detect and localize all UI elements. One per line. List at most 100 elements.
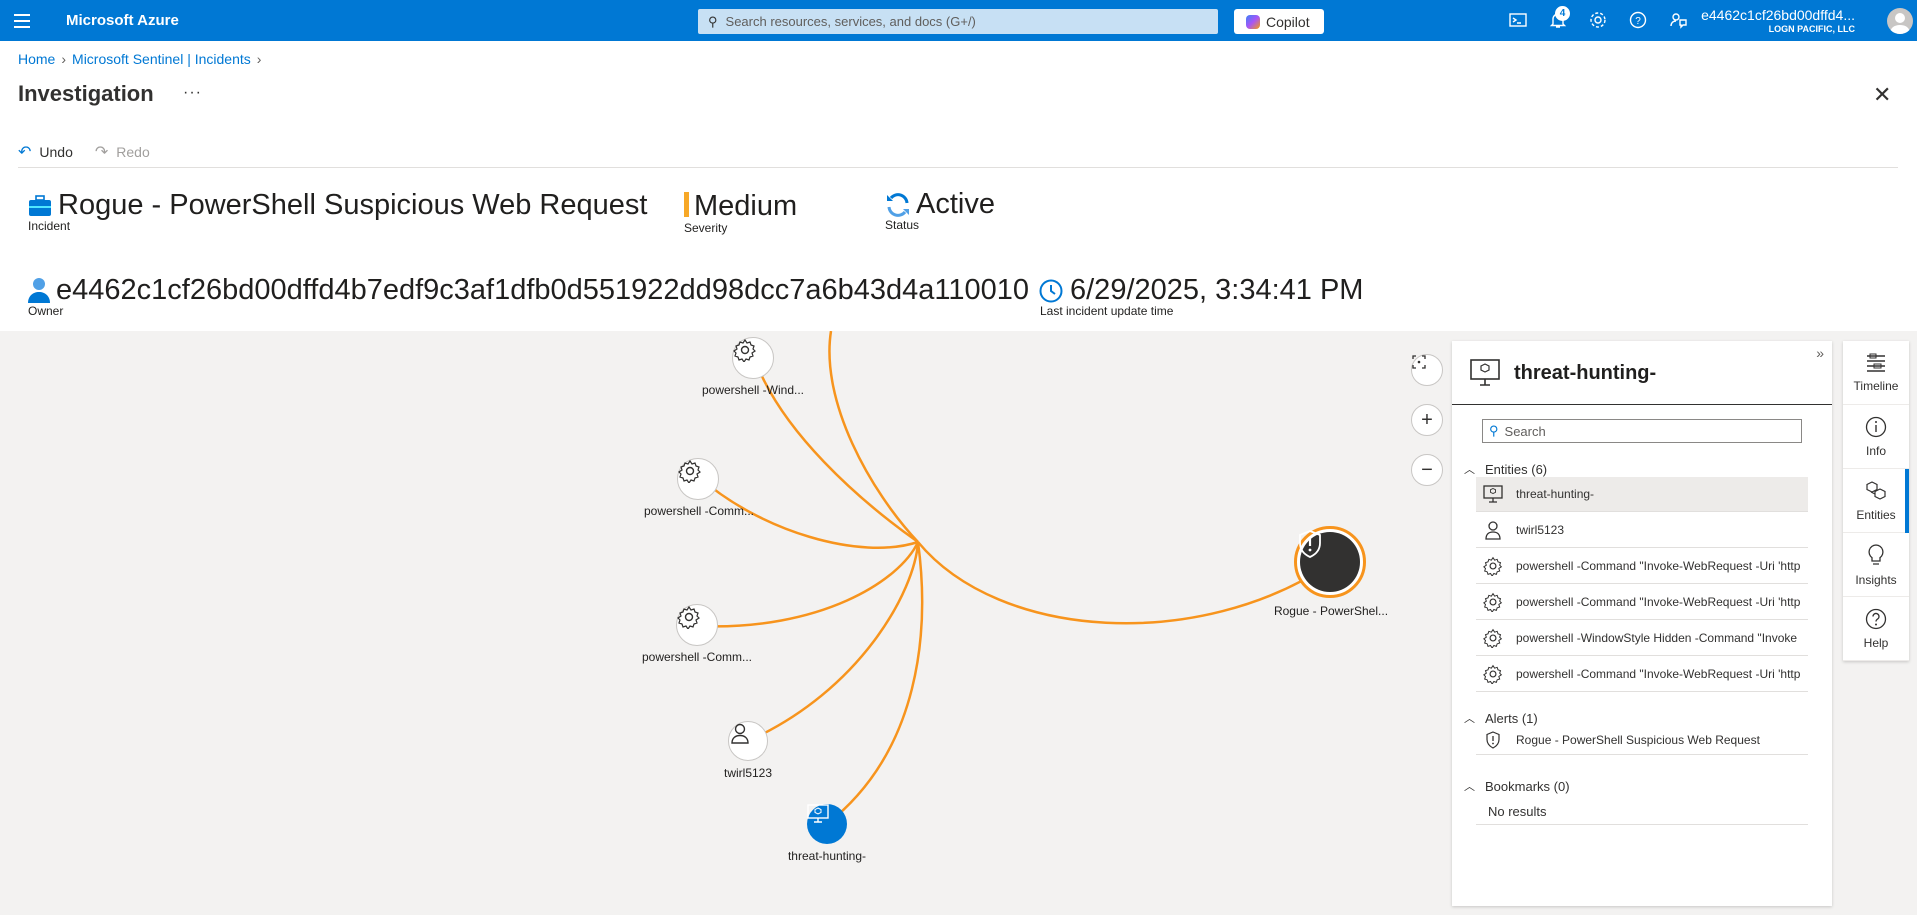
graph-node-user[interactable] <box>728 721 768 761</box>
bookmarks-header-label: Bookmarks (0) <box>1485 778 1570 794</box>
updated-label: Last incident update time <box>1040 304 1174 318</box>
lightbulb-icon <box>1868 543 1884 565</box>
entity-label: threat-hunting- <box>1516 487 1595 501</box>
timeline-icon <box>1867 353 1885 372</box>
chevron-up-icon: ︿ <box>1464 713 1475 725</box>
entities-header-label: Entities (6) <box>1485 461 1548 477</box>
briefcase-icon <box>29 195 51 216</box>
account-name[interactable]: e4462c1cf26bd00dffd4... <box>1701 7 1855 23</box>
brand-title[interactable]: Microsoft Azure <box>66 12 179 29</box>
tab-help-label: Help <box>1863 635 1889 650</box>
redo-button[interactable]: ↷ Redo <box>95 142 150 162</box>
redo-icon: ↷ <box>94 144 109 161</box>
copilot-icon <box>1246 14 1260 29</box>
divider <box>18 167 1898 168</box>
graph-node-process[interactable] <box>676 604 718 646</box>
tab-entities[interactable]: Entities <box>1843 469 1909 533</box>
breadcrumb-home[interactable]: Home <box>18 51 55 67</box>
gear-icon <box>678 459 701 483</box>
graph-node-host[interactable] <box>807 804 847 844</box>
gear-icon <box>677 605 700 629</box>
global-search-input[interactable]: ⚲ Search resources, services, and docs (… <box>698 9 1218 34</box>
graph-node-alert[interactable] <box>1294 526 1366 598</box>
entities-section-header[interactable]: ︿ Entities (6) <box>1464 461 1547 477</box>
plus-icon: + <box>1421 408 1433 431</box>
help-icon <box>1865 608 1887 629</box>
avatar[interactable] <box>1887 8 1913 34</box>
fit-to-screen-button[interactable] <box>1411 354 1443 386</box>
entity-label: powershell -Command "Invoke-WebRequest -… <box>1516 559 1801 573</box>
divider <box>1476 824 1808 825</box>
updated-value: 6/29/2025, 3:34:41 PM <box>1070 274 1364 306</box>
account-org[interactable]: LOGN PACIFIC, LLC <box>1769 24 1855 34</box>
copilot-label: Copilot <box>1266 13 1310 30</box>
computer-icon <box>1482 485 1504 503</box>
undo-icon: ↶ <box>18 144 32 161</box>
svg-text:?: ? <box>1635 16 1641 27</box>
entity-panel: » threat-hunting- ⚲ Search ︿ Entities (6… <box>1452 341 1832 906</box>
breadcrumb-incidents[interactable]: Microsoft Sentinel | Incidents <box>72 51 251 67</box>
gear-icon <box>1482 592 1504 612</box>
graph-node-process[interactable] <box>677 458 719 500</box>
collapse-panel-icon[interactable]: » <box>1816 345 1824 361</box>
graph-edge <box>917 541 1331 625</box>
entity-row[interactable]: twirl5123 <box>1476 513 1808 548</box>
bookmarks-section-header[interactable]: ︿ Bookmarks (0) <box>1464 778 1570 794</box>
search-icon: ⚲ <box>1489 423 1499 438</box>
feedback-icon[interactable] <box>1668 10 1688 30</box>
help-icon[interactable]: ? <box>1628 10 1648 30</box>
right-rail: Timeline Info Entities Insights Help <box>1843 341 1909 661</box>
chevron-right-icon: › <box>256 51 262 67</box>
entity-row[interactable]: threat-hunting- <box>1476 477 1808 512</box>
tab-info-label: Info <box>1865 443 1886 458</box>
notification-badge: 4 <box>1555 6 1570 21</box>
entity-label: powershell -WindowStyle Hidden -Command … <box>1516 631 1798 645</box>
tab-insights[interactable]: Insights <box>1843 533 1909 597</box>
tab-entities-label: Entities <box>1856 507 1896 522</box>
gear-icon <box>1482 556 1504 576</box>
entity-row[interactable]: powershell -Command "Invoke-WebRequest -… <box>1476 585 1808 620</box>
severity-label: Severity <box>684 221 728 235</box>
incident-title: Rogue - PowerShell Suspicious Web Reques… <box>58 189 648 221</box>
computer-icon <box>1470 359 1500 386</box>
graph-edge <box>828 331 919 543</box>
chevron-right-icon: › <box>61 51 67 67</box>
entity-row[interactable]: powershell -Command "Invoke-WebRequest -… <box>1476 657 1808 692</box>
gear-icon <box>1482 628 1504 648</box>
alerts-section-header[interactable]: ︿ Alerts (1) <box>1464 710 1538 726</box>
graph-node-process[interactable] <box>732 337 774 379</box>
search-icon: ⚲ <box>708 13 718 29</box>
search-placeholder: Search resources, services, and docs (G+… <box>725 14 976 29</box>
redo-label: Redo <box>116 144 150 160</box>
more-options-button[interactable]: ··· <box>183 84 202 102</box>
entity-search-input[interactable]: ⚲ Search <box>1482 419 1802 443</box>
menu-icon[interactable] <box>14 14 30 28</box>
entity-row[interactable]: powershell -Command "Invoke-WebRequest -… <box>1476 549 1808 584</box>
status-value: Active <box>916 188 995 220</box>
tab-timeline[interactable]: Timeline <box>1843 341 1909 405</box>
tab-timeline-label: Timeline <box>1853 378 1899 393</box>
owner-value: e4462c1cf26bd00dffd4b7edf9c3af1dfb0d5519… <box>56 274 1029 306</box>
undo-label: Undo <box>39 144 73 160</box>
refresh-icon <box>887 193 909 217</box>
tab-info[interactable]: Info <box>1843 405 1909 469</box>
chevron-up-icon: ︿ <box>1464 781 1475 793</box>
tab-help[interactable]: Help <box>1843 597 1909 661</box>
close-icon[interactable]: ✕ <box>1873 82 1891 108</box>
severity-value: Medium <box>694 190 798 222</box>
shield-alert-icon <box>1299 530 1321 558</box>
alert-label: Rogue - PowerShell Suspicious Web Reques… <box>1516 732 1760 747</box>
entity-label: powershell -Command "Invoke-WebRequest -… <box>1516 595 1801 609</box>
info-icon <box>1865 416 1887 437</box>
minus-icon: − <box>1421 458 1433 481</box>
zoom-out-button[interactable]: − <box>1411 454 1443 486</box>
cloud-shell-icon[interactable] <box>1508 10 1528 30</box>
bookmarks-empty: No results <box>1488 804 1547 819</box>
entity-row[interactable]: powershell -WindowStyle Hidden -Command … <box>1476 621 1808 656</box>
graph-node-label: threat-hunting- <box>787 849 867 863</box>
gear-icon[interactable] <box>1588 10 1608 30</box>
alert-row[interactable]: Rogue - PowerShell Suspicious Web Reques… <box>1476 725 1808 755</box>
zoom-in-button[interactable]: + <box>1411 404 1443 436</box>
undo-button[interactable]: ↶ Undo <box>18 142 73 162</box>
copilot-button[interactable]: Copilot <box>1234 9 1324 34</box>
